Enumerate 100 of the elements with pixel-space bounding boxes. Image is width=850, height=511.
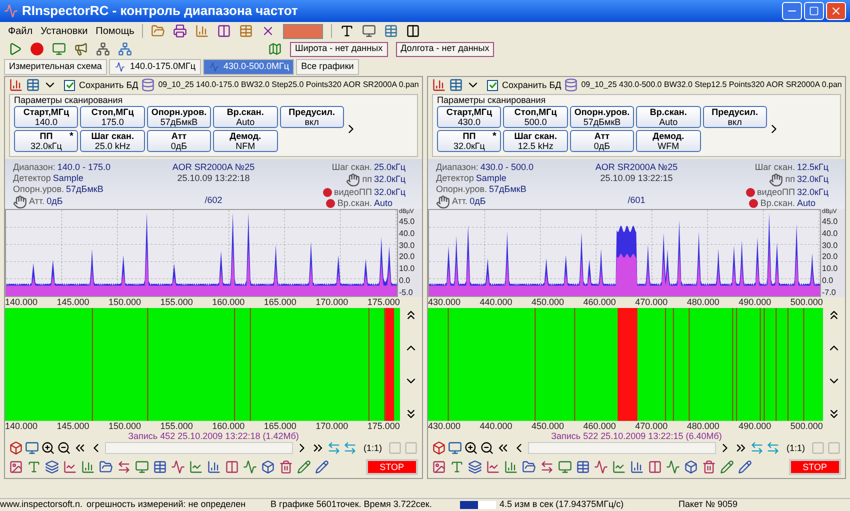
toolbar-icon[interactable] xyxy=(81,460,95,474)
toolbar-icon[interactable] xyxy=(135,460,149,474)
toolbar-icon[interactable] xyxy=(540,460,554,474)
network-icon[interactable] xyxy=(118,42,132,56)
tab[interactable]: Измерительная схема xyxy=(4,59,107,75)
menu-item[interactable]: Помощь xyxy=(96,24,134,38)
database-icon[interactable] xyxy=(141,78,156,92)
scrollbar-track[interactable] xyxy=(528,442,716,454)
toolbar-icon[interactable] xyxy=(315,460,329,474)
parameter-button[interactable]: Стоп,МГц 500.0 xyxy=(503,106,568,128)
toolbar-icon[interactable] xyxy=(630,460,644,474)
parameter-button[interactable]: Шаг скан. 25.0 kHz xyxy=(80,130,145,152)
monitor-icon[interactable] xyxy=(362,24,376,38)
toolbar-icon[interactable] xyxy=(279,460,293,474)
stop-button[interactable]: STOP xyxy=(788,458,841,475)
toolbar-icon[interactable] xyxy=(117,460,131,474)
toolbar-icon[interactable] xyxy=(173,24,188,38)
save-checkbox[interactable] xyxy=(487,80,498,91)
toolbar-icon[interactable] xyxy=(217,24,232,38)
toolbar-icon[interactable] xyxy=(666,460,680,474)
zoom-out-icon[interactable] xyxy=(57,441,71,456)
table-icon[interactable] xyxy=(26,78,40,92)
toolbar-icon[interactable] xyxy=(207,460,221,474)
toolbar-icon[interactable] xyxy=(171,460,185,474)
network-icon[interactable] xyxy=(96,42,110,56)
parameter-button[interactable]: Атт 0дБ xyxy=(146,130,212,152)
zoom-in-icon[interactable] xyxy=(464,441,478,456)
minimize-button[interactable] xyxy=(782,2,802,20)
toolbar-icon[interactable] xyxy=(648,460,662,474)
text-icon[interactable] xyxy=(340,24,354,38)
parameter-button[interactable]: Вр.скан. Auto xyxy=(213,106,278,128)
toolbar-icon[interactable] xyxy=(702,460,716,474)
toolbar-icon[interactable] xyxy=(45,460,59,474)
stop-button[interactable]: STOP xyxy=(366,458,418,475)
parameter-button[interactable]: Стоп,МГц 175.0 xyxy=(80,106,145,128)
play-icon[interactable] xyxy=(8,42,22,56)
parameter-button[interactable]: ПП 32.0кГц * xyxy=(14,130,78,152)
parameter-button[interactable]: Опорн.уров. 57дБмкВ xyxy=(146,106,212,128)
menu-item[interactable]: Файл xyxy=(8,24,33,38)
zoom-out-icon[interactable] xyxy=(480,441,494,456)
parameter-button[interactable]: Старт,МГц 140.0 xyxy=(14,106,78,128)
parameter-button[interactable]: Предусил. вкл xyxy=(280,106,344,128)
monitor-icon[interactable] xyxy=(448,441,462,456)
toolbar-icon[interactable] xyxy=(9,460,23,474)
parameter-button[interactable]: Опорн.уров. 57дБмкВ xyxy=(570,106,634,128)
parameter-button[interactable]: Предусил. вкл xyxy=(702,106,767,128)
tab[interactable]: Все графики xyxy=(296,59,359,75)
toolbar-icon[interactable] xyxy=(195,24,210,38)
chart-icon[interactable] xyxy=(432,78,446,92)
record-icon[interactable] xyxy=(30,42,44,56)
tab[interactable]: 140.0-175.0МГц xyxy=(108,59,201,75)
toolbar-icon[interactable] xyxy=(720,460,734,474)
toolbar-icon[interactable] xyxy=(522,460,536,474)
parameter-button[interactable]: Демод. WFM xyxy=(636,130,701,152)
toolbar-icon[interactable] xyxy=(432,460,446,474)
toolbar-icon[interactable] xyxy=(468,460,482,474)
table-icon[interactable] xyxy=(384,24,398,38)
parameter-button[interactable]: Демод. NFM xyxy=(213,130,278,152)
parameter-button[interactable]: Старт,МГц 430.0 xyxy=(437,106,502,128)
zoom-in-icon[interactable] xyxy=(41,441,55,456)
scrollbar-track[interactable] xyxy=(105,442,294,454)
toolbar-icon[interactable] xyxy=(684,460,698,474)
toolbar-icon[interactable] xyxy=(225,460,239,474)
toolbar-icon[interactable] xyxy=(504,460,518,474)
monitor-icon[interactable] xyxy=(25,441,39,456)
toolbar-icon[interactable] xyxy=(151,24,166,38)
parameter-button[interactable]: Атт 0дБ xyxy=(570,130,634,152)
toolbar-icon[interactable] xyxy=(297,460,311,474)
toolbar-icon[interactable] xyxy=(27,460,41,474)
parameter-button[interactable]: Вр.скан. Auto xyxy=(636,106,701,128)
tab[interactable]: 430.0-500.0МГц xyxy=(202,59,294,75)
database-icon[interactable] xyxy=(564,78,578,92)
toolbar-icon[interactable] xyxy=(612,460,626,474)
toolbar-icon[interactable] xyxy=(576,460,590,474)
save-checkbox[interactable] xyxy=(64,80,75,91)
columns-icon[interactable] xyxy=(406,24,420,38)
toolbar-icon[interactable] xyxy=(99,460,113,474)
map-icon[interactable] xyxy=(268,42,282,56)
table-icon[interactable] xyxy=(449,78,463,92)
chart-icon[interactable] xyxy=(9,78,23,92)
toolbar-icon[interactable] xyxy=(450,460,464,474)
toolbar-icon[interactable] xyxy=(486,460,500,474)
parameter-button[interactable]: ПП 32.0кГц * xyxy=(437,130,502,152)
3d-icon[interactable] xyxy=(432,441,446,456)
speaker-icon[interactable] xyxy=(74,42,88,56)
toolbar-icon[interactable] xyxy=(261,460,275,474)
close-button[interactable] xyxy=(826,2,846,20)
toolbar-icon[interactable] xyxy=(594,460,608,474)
toolbar-icon[interactable] xyxy=(738,460,752,474)
toolbar-icon[interactable] xyxy=(558,460,572,474)
3d-icon[interactable] xyxy=(9,441,23,456)
toolbar-icon[interactable] xyxy=(63,460,77,474)
monitor-icon[interactable] xyxy=(52,42,66,56)
toolbar-icon[interactable] xyxy=(153,460,167,474)
toolbar-icon[interactable] xyxy=(243,460,257,474)
menu-item[interactable]: Установки xyxy=(40,24,88,38)
toolbar-icon[interactable] xyxy=(239,24,254,38)
toolbar-icon[interactable] xyxy=(189,460,203,474)
maximize-button[interactable] xyxy=(804,2,824,20)
parameter-button[interactable]: Шаг скан. 12.5 kHz xyxy=(503,130,568,152)
